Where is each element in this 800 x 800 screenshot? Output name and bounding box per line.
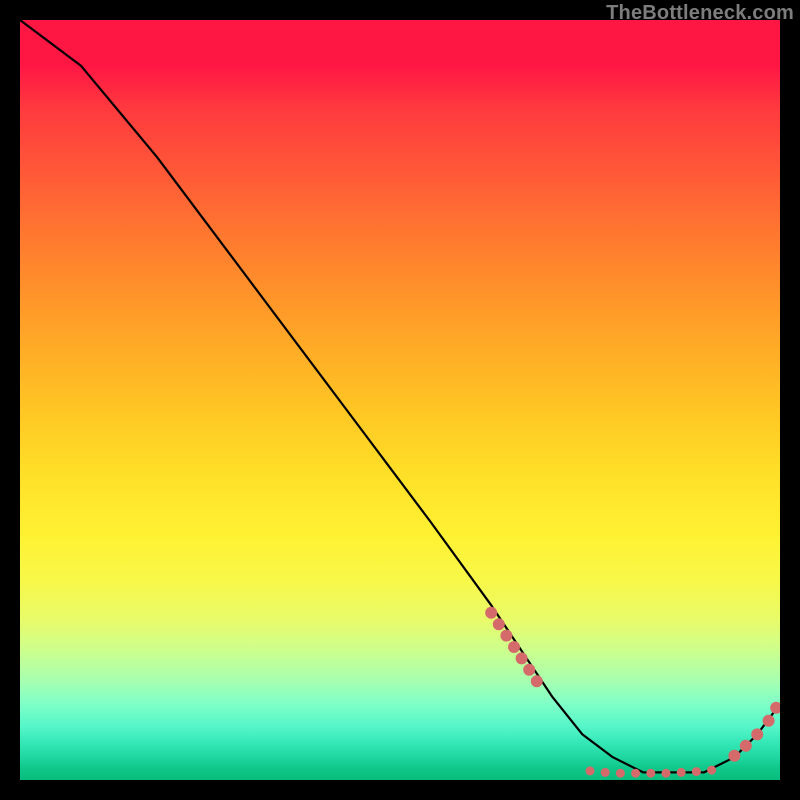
data-point bbox=[770, 702, 780, 714]
data-point bbox=[523, 664, 535, 676]
chart-frame: TheBottleneck.com bbox=[0, 0, 800, 800]
data-points bbox=[485, 607, 780, 778]
data-point bbox=[646, 769, 655, 778]
data-point bbox=[616, 769, 625, 778]
bottleneck-curve bbox=[20, 20, 780, 772]
plot-area bbox=[20, 20, 780, 780]
data-point bbox=[508, 641, 520, 653]
data-point bbox=[751, 728, 763, 740]
data-point bbox=[493, 618, 505, 630]
data-point bbox=[586, 766, 595, 775]
data-point bbox=[631, 769, 640, 778]
watermark-text: TheBottleneck.com bbox=[606, 2, 794, 25]
data-point bbox=[516, 652, 528, 664]
data-point bbox=[707, 766, 716, 775]
data-point bbox=[692, 767, 701, 776]
data-point bbox=[763, 715, 775, 727]
chart-svg bbox=[20, 20, 780, 780]
data-point bbox=[677, 768, 686, 777]
data-point bbox=[485, 607, 497, 619]
data-point bbox=[740, 740, 752, 752]
data-point bbox=[662, 769, 671, 778]
data-point bbox=[500, 630, 512, 642]
data-point bbox=[728, 750, 740, 762]
data-point bbox=[601, 768, 610, 777]
data-point bbox=[531, 675, 543, 687]
